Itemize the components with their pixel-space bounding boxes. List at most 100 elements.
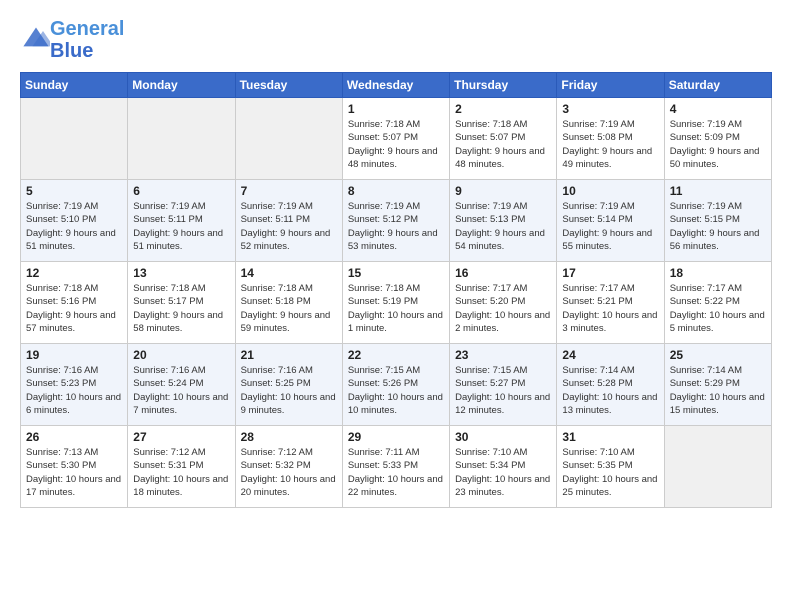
calendar-day-cell: 10Sunrise: 7:19 AMSunset: 5:14 PMDayligh… [557,180,664,262]
calendar-day-header: Sunday [21,73,128,98]
calendar-week-row: 1 Sunrise: 7:18 AMSunset: 5:07 PMDaylight… [21,98,772,180]
calendar-week-row: 5 Sunrise: 7:19 AMSunset: 5:10 PMDaylight… [21,180,772,262]
calendar-day-cell: 17 Sunrise: 7:17 AMSunset: 5:21 PMDayligh… [557,262,664,344]
calendar-day-cell: 28Sunrise: 7:12 AMSunset: 5:32 PMDayligh… [235,426,342,508]
day-number: 16 [455,266,551,280]
calendar-day-cell: 27Sunrise: 7:12 AMSunset: 5:31 PMDayligh… [128,426,235,508]
logo: General Blue [20,18,124,62]
day-info: Sunrise: 7:15 AMSunset: 5:27 PMDaylight:… [455,364,551,417]
day-number: 18 [670,266,766,280]
day-number: 25 [670,348,766,362]
calendar-day-cell [21,98,128,180]
day-number: 4 [670,102,766,116]
day-info: Sunrise: 7:16 AMSunset: 5:25 PMDaylight:… [241,364,337,417]
calendar-day-cell: 21 Sunrise: 7:16 AMSunset: 5:25 PMDayligh… [235,344,342,426]
calendar-week-row: 19 Sunrise: 7:16 AMSunset: 5:23 PMDayligh… [21,344,772,426]
calendar-day-cell: 19 Sunrise: 7:16 AMSunset: 5:23 PMDayligh… [21,344,128,426]
calendar-week-row: 12Sunrise: 7:18 AMSunset: 5:16 PMDayligh… [21,262,772,344]
day-info: Sunrise: 7:14 AMSunset: 5:28 PMDaylight:… [562,364,658,417]
day-info: Sunrise: 7:19 AMSunset: 5:11 PMDaylight:… [133,200,229,253]
day-info: Sunrise: 7:19 AMSunset: 5:11 PMDaylight:… [241,200,337,253]
day-info: Sunrise: 7:19 AMSunset: 5:10 PMDaylight:… [26,200,122,253]
day-number: 17 [562,266,658,280]
day-info: Sunrise: 7:10 AMSunset: 5:35 PMDaylight:… [562,446,658,499]
calendar-day-cell: 23 Sunrise: 7:15 AMSunset: 5:27 PMDayligh… [450,344,557,426]
day-info: Sunrise: 7:19 AMSunset: 5:08 PMDaylight:… [562,118,658,171]
day-info: Sunrise: 7:18 AMSunset: 5:19 PMDaylight:… [348,282,444,335]
day-number: 1 [348,102,444,116]
day-info: Sunrise: 7:16 AMSunset: 5:24 PMDaylight:… [133,364,229,417]
header: General Blue [20,18,772,62]
calendar-day-cell: 2Sunrise: 7:18 AMSunset: 5:07 PMDaylight… [450,98,557,180]
day-info: Sunrise: 7:19 AMSunset: 5:13 PMDaylight:… [455,200,551,253]
day-info: Sunrise: 7:18 AMSunset: 5:07 PMDaylight:… [348,118,444,171]
day-info: Sunrise: 7:13 AMSunset: 5:30 PMDaylight:… [26,446,122,499]
calendar-day-cell: 18 Sunrise: 7:17 AMSunset: 5:22 PMDayligh… [664,262,771,344]
calendar-day-cell: 22Sunrise: 7:15 AMSunset: 5:26 PMDayligh… [342,344,449,426]
day-number: 9 [455,184,551,198]
day-number: 26 [26,430,122,444]
day-info: Sunrise: 7:17 AMSunset: 5:20 PMDaylight:… [455,282,551,335]
calendar-day-cell: 29Sunrise: 7:11 AMSunset: 5:33 PMDayligh… [342,426,449,508]
day-number: 15 [348,266,444,280]
calendar-day-cell: 16 Sunrise: 7:17 AMSunset: 5:20 PMDayligh… [450,262,557,344]
calendar-day-cell: 15 Sunrise: 7:18 AMSunset: 5:19 PMDayligh… [342,262,449,344]
day-info: Sunrise: 7:10 AMSunset: 5:34 PMDaylight:… [455,446,551,499]
day-number: 10 [562,184,658,198]
day-number: 24 [562,348,658,362]
day-number: 6 [133,184,229,198]
calendar-day-cell [128,98,235,180]
calendar-day-cell: 8 Sunrise: 7:19 AMSunset: 5:12 PMDaylight… [342,180,449,262]
calendar-day-cell: 13 Sunrise: 7:18 AMSunset: 5:17 PMDayligh… [128,262,235,344]
calendar-header-row: SundayMondayTuesdayWednesdayThursdayFrid… [21,73,772,98]
day-number: 3 [562,102,658,116]
calendar-day-header: Friday [557,73,664,98]
calendar-day-cell: 26 Sunrise: 7:13 AMSunset: 5:30 PMDayligh… [21,426,128,508]
calendar-day-cell: 4Sunrise: 7:19 AMSunset: 5:09 PMDaylight… [664,98,771,180]
page: General Blue SundayMondayTuesdayWednesda… [0,0,792,612]
day-info: Sunrise: 7:14 AMSunset: 5:29 PMDaylight:… [670,364,766,417]
day-info: Sunrise: 7:19 AMSunset: 5:15 PMDaylight:… [670,200,766,253]
calendar-day-cell: 25 Sunrise: 7:14 AMSunset: 5:29 PMDayligh… [664,344,771,426]
calendar-day-cell [664,426,771,508]
calendar-day-cell: 9 Sunrise: 7:19 AMSunset: 5:13 PMDaylight… [450,180,557,262]
day-info: Sunrise: 7:17 AMSunset: 5:21 PMDaylight:… [562,282,658,335]
day-number: 5 [26,184,122,198]
calendar-day-cell: 12Sunrise: 7:18 AMSunset: 5:16 PMDayligh… [21,262,128,344]
calendar-day-cell: 7 Sunrise: 7:19 AMSunset: 5:11 PMDaylight… [235,180,342,262]
day-info: Sunrise: 7:12 AMSunset: 5:32 PMDaylight:… [241,446,337,499]
day-number: 21 [241,348,337,362]
day-number: 31 [562,430,658,444]
calendar-day-cell: 30 Sunrise: 7:10 AMSunset: 5:34 PMDayligh… [450,426,557,508]
logo-icon [22,24,50,52]
calendar-day-header: Tuesday [235,73,342,98]
calendar-table: SundayMondayTuesdayWednesdayThursdayFrid… [20,72,772,508]
calendar-day-cell: 3 Sunrise: 7:19 AMSunset: 5:08 PMDaylight… [557,98,664,180]
day-number: 8 [348,184,444,198]
day-number: 20 [133,348,229,362]
day-info: Sunrise: 7:15 AMSunset: 5:26 PMDaylight:… [348,364,444,417]
calendar-day-cell: 14 Sunrise: 7:18 AMSunset: 5:18 PMDayligh… [235,262,342,344]
day-number: 13 [133,266,229,280]
calendar-day-cell: 31 Sunrise: 7:10 AMSunset: 5:35 PMDayligh… [557,426,664,508]
day-info: Sunrise: 7:17 AMSunset: 5:22 PMDaylight:… [670,282,766,335]
day-info: Sunrise: 7:16 AMSunset: 5:23 PMDaylight:… [26,364,122,417]
calendar-day-cell: 20 Sunrise: 7:16 AMSunset: 5:24 PMDayligh… [128,344,235,426]
day-number: 30 [455,430,551,444]
day-info: Sunrise: 7:19 AMSunset: 5:12 PMDaylight:… [348,200,444,253]
day-info: Sunrise: 7:18 AMSunset: 5:17 PMDaylight:… [133,282,229,335]
day-number: 23 [455,348,551,362]
day-info: Sunrise: 7:18 AMSunset: 5:18 PMDaylight:… [241,282,337,335]
day-info: Sunrise: 7:18 AMSunset: 5:16 PMDaylight:… [26,282,122,335]
day-info: Sunrise: 7:12 AMSunset: 5:31 PMDaylight:… [133,446,229,499]
day-number: 14 [241,266,337,280]
calendar-day-cell [235,98,342,180]
calendar-day-cell: 6 Sunrise: 7:19 AMSunset: 5:11 PMDaylight… [128,180,235,262]
logo-text: General Blue [50,18,124,62]
day-number: 19 [26,348,122,362]
day-number: 7 [241,184,337,198]
day-number: 29 [348,430,444,444]
calendar-day-cell: 1 Sunrise: 7:18 AMSunset: 5:07 PMDaylight… [342,98,449,180]
calendar-day-cell: 5 Sunrise: 7:19 AMSunset: 5:10 PMDaylight… [21,180,128,262]
calendar-day-header: Wednesday [342,73,449,98]
